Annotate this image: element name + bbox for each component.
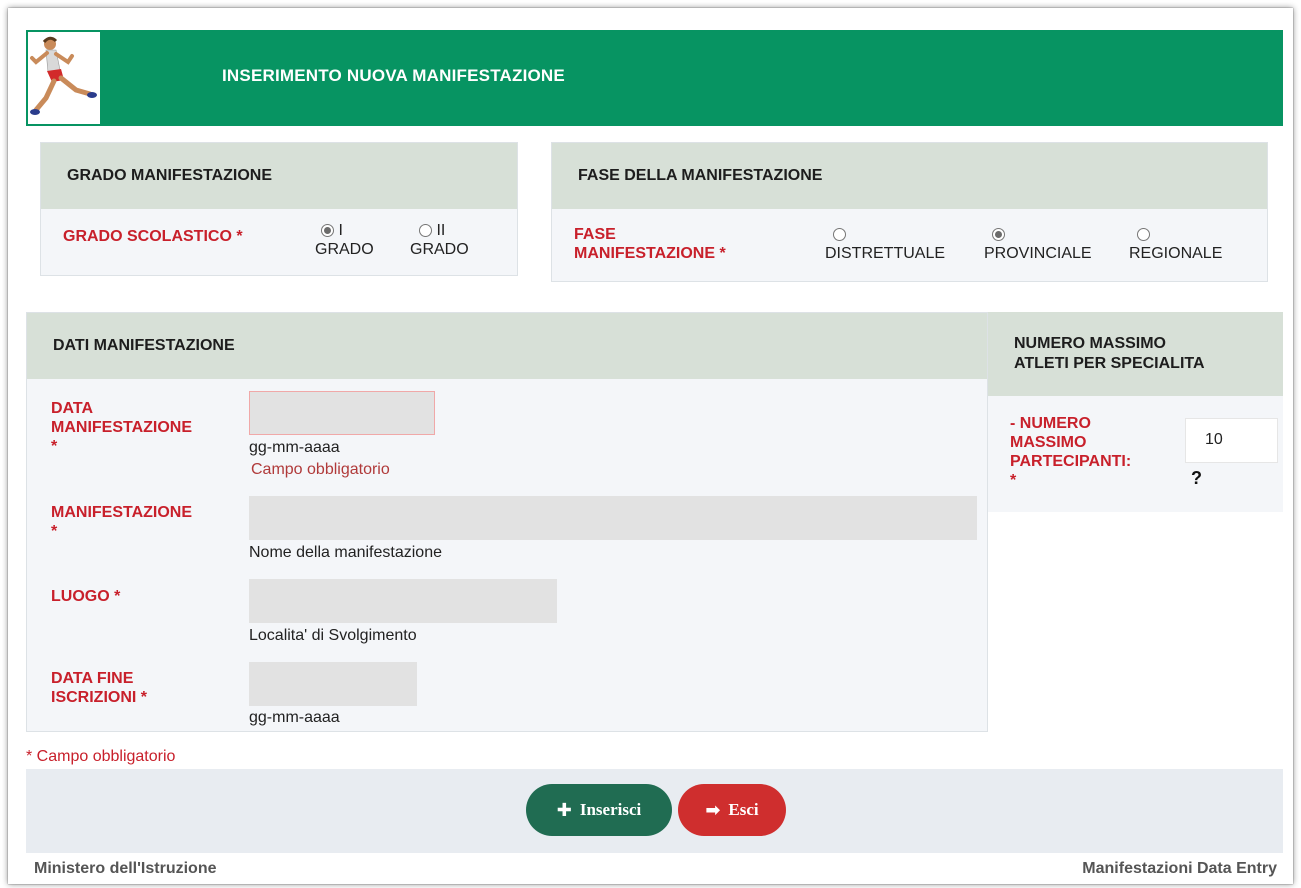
radio-grado-2-line1: II	[436, 222, 446, 239]
app-header: INSERIMENTO NUOVA MANIFESTAZIONE	[26, 30, 1283, 126]
fase-label: FASE MANIFESTAZIONE *	[574, 225, 726, 263]
dati-heading: DATI MANIFESTAZIONE	[27, 313, 987, 379]
radio-provinciale-label: PROVINCIALE	[984, 245, 1092, 262]
data-label-line1: DATA	[51, 400, 94, 417]
numero-massimo-panel: NUMERO MASSIMO ATLETI PER SPECIALITA - N…	[988, 312, 1283, 512]
fase-heading: FASE DELLA MANIFESTAZIONE	[552, 143, 1267, 209]
data-fine-iscrizioni-input[interactable]	[249, 662, 417, 706]
numero-partecipanti-label: - NUMERO MASSIMO PARTECIPANTI: *	[1010, 414, 1131, 490]
fase-label-line2: MANIFESTAZIONE *	[574, 245, 726, 262]
radio-regionale-icon[interactable]	[1137, 228, 1150, 242]
fine-label-line1: DATA FINE	[51, 670, 134, 687]
fase-panel: FASE DELLA MANIFESTAZIONE FASE MANIFESTA…	[551, 142, 1268, 282]
radio-distrettuale[interactable]: DISTRETTUALE	[825, 225, 945, 263]
numero-heading-line1: NUMERO MASSIMO	[1014, 335, 1166, 352]
help-icon[interactable]: ?	[1191, 468, 1202, 489]
footer-left: Ministero dell'Istruzione	[34, 860, 217, 877]
data-fine-iscrizioni-label: DATA FINE ISCRIZIONI *	[51, 669, 147, 707]
plus-icon: ✚	[556, 799, 572, 821]
radio-grado-2[interactable]: II GRADO	[410, 221, 469, 259]
numero-partecipanti-input[interactable]: 10	[1185, 418, 1278, 463]
data-fine-iscrizioni-hint: gg-mm-aaaa	[249, 709, 340, 726]
radio-regionale-label: REGIONALE	[1129, 245, 1223, 262]
manif-label-line2: *	[51, 523, 58, 540]
radio-grado-1[interactable]: I GRADO	[315, 221, 374, 259]
data-manifestazione-label: DATA MANIFESTAZIONE *	[51, 399, 192, 456]
numero-heading-line2: ATLETI PER SPECIALITA	[1014, 355, 1205, 372]
radio-provinciale[interactable]: PROVINCIALE	[984, 225, 1092, 263]
page-title: INSERIMENTO NUOVA MANIFESTAZIONE	[222, 66, 565, 85]
manifestazione-label: MANIFESTAZIONE *	[51, 503, 192, 541]
radio-provinciale-icon[interactable]	[992, 228, 1005, 242]
data-label-line3: *	[51, 438, 58, 455]
radio-regionale[interactable]: REGIONALE	[1129, 225, 1222, 263]
luogo-label: LUOGO *	[51, 588, 121, 605]
radio-distrettuale-label: DISTRETTUALE	[825, 245, 946, 262]
manifestazione-input[interactable]	[249, 496, 977, 540]
grado-panel: GRADO MANIFESTAZIONE GRADO SCOLASTICO * …	[40, 142, 518, 276]
luogo-input[interactable]	[249, 579, 557, 623]
runner-logo-icon	[28, 32, 100, 124]
radio-grado-1-line1: I	[338, 222, 343, 239]
grado-heading: GRADO MANIFESTAZIONE	[41, 143, 517, 209]
inserisci-label: Inserisci	[579, 800, 642, 819]
grado-label: GRADO SCOLASTICO *	[63, 228, 243, 245]
numero-heading: NUMERO MASSIMO ATLETI PER SPECIALITA	[988, 312, 1283, 396]
radio-grado-1-icon[interactable]	[321, 224, 334, 238]
dati-panel: DATI MANIFESTAZIONE DATA MANIFESTAZIONE …	[26, 312, 988, 732]
footer-right: Manifestazioni Data Entry	[1082, 860, 1277, 877]
data-manifestazione-error: Campo obbligatorio	[251, 461, 390, 478]
esci-label: Esci	[728, 800, 759, 819]
fine-label-line2: ISCRIZIONI *	[51, 689, 148, 706]
fase-label-line1: FASE	[574, 226, 616, 243]
radio-grado-1-line2: GRADO	[315, 241, 374, 258]
page-frame: INSERIMENTO NUOVA MANIFESTAZIONE GRADO M…	[8, 8, 1293, 884]
numero-label-line1: - NUMERO	[1010, 415, 1091, 432]
radio-distrettuale-icon[interactable]	[833, 228, 846, 242]
numero-label-line3: PARTECIPANTI:	[1010, 453, 1132, 470]
manifestazione-hint: Nome della manifestazione	[249, 544, 442, 561]
data-label-line2: MANIFESTAZIONE	[51, 419, 193, 436]
required-note: * Campo obbligatorio	[26, 748, 176, 765]
radio-grado-2-icon[interactable]	[419, 224, 432, 238]
esci-button[interactable]: ➡ Esci	[678, 784, 786, 836]
data-manifestazione-input[interactable]	[249, 391, 435, 435]
sign-out-icon: ➡	[705, 799, 721, 821]
inserisci-button[interactable]: ✚ Inserisci	[526, 784, 672, 836]
data-manifestazione-hint: gg-mm-aaaa	[249, 439, 340, 456]
numero-label-line4: *	[1010, 472, 1017, 489]
numero-label-line2: MASSIMO	[1010, 434, 1087, 451]
luogo-hint: Localita' di Svolgimento	[249, 627, 417, 644]
manif-label-line1: MANIFESTAZIONE	[51, 504, 193, 521]
radio-grado-2-line2: GRADO	[410, 241, 469, 258]
